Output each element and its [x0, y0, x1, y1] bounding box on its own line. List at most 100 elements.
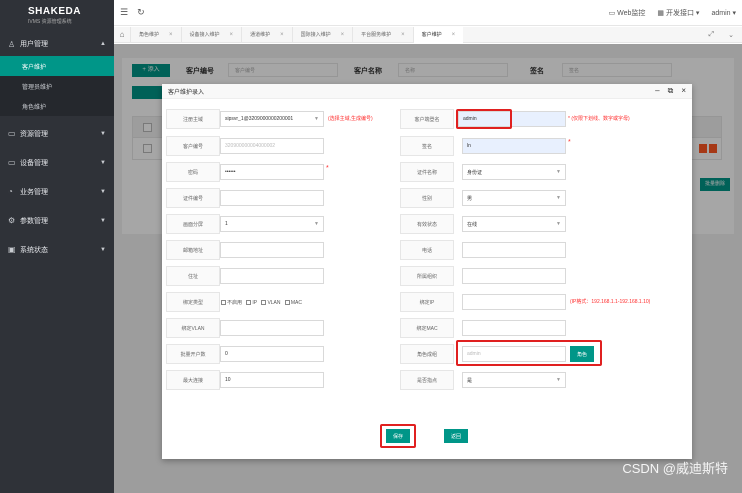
cert-name-label: 证件名称 — [400, 162, 454, 182]
cert-no-input[interactable] — [220, 190, 324, 206]
tab-platform-service[interactable]: 平台服务维护 × — [352, 26, 413, 43]
email-label: 邮箱地址 — [166, 240, 220, 260]
top-header: ☰ ↻ ▭ Web监控 ▦ 开发接口 ▾ admin ▾ — [114, 0, 742, 26]
sign-input[interactable]: ln — [462, 138, 566, 154]
email-input[interactable] — [220, 242, 324, 258]
valid-status-select[interactable]: 在线 ▼ — [462, 216, 566, 232]
close-icon[interactable]: × — [681, 86, 686, 96]
close-icon[interactable]: × — [341, 32, 345, 38]
monitor-icon: ▣ — [8, 245, 16, 254]
bind-vlan-label: 绑定VLAN — [166, 318, 220, 338]
device-icon: ▭ — [8, 158, 16, 167]
nav-group-label: 用户管理 — [20, 41, 48, 48]
required-mark: * — [568, 139, 571, 146]
customer-no-input[interactable]: 320900000004000002 — [220, 138, 324, 154]
checkbox[interactable] — [261, 300, 267, 305]
bind-vlan-input[interactable] — [220, 320, 324, 336]
chevron-down-icon: ▼ — [100, 188, 106, 195]
bind-mac-input[interactable] — [462, 320, 566, 336]
web-monitor-link[interactable]: ▭ Web监控 — [609, 8, 646, 18]
close-icon[interactable]: × — [401, 32, 405, 38]
sidebar-item-customer[interactable]: 客户维护 — [0, 56, 114, 76]
split-label: 画面分屏 — [166, 214, 220, 234]
domain-select[interactable]: sipsvr_1@3209000000200001 ▼ — [220, 111, 324, 127]
sign-label: 签名 — [400, 136, 454, 156]
tab-role[interactable]: 角色维护 × — [130, 26, 181, 43]
nav-group-label: 设备管理 — [20, 159, 48, 167]
close-icon[interactable]: × — [230, 32, 234, 38]
chevron-down-icon: ▼ — [100, 246, 106, 253]
user-icon: ♙ — [8, 39, 16, 49]
bind-type-checkboxes: 不启用 IP VLAN MAC — [218, 299, 302, 306]
cert-no-label: 证件编号 — [166, 188, 220, 208]
address-input[interactable] — [220, 268, 324, 284]
nav-group-device[interactable]: ▭ 设备管理 ▼ — [0, 148, 114, 177]
nav-group-system[interactable]: ▣ 系统状态 ▼ — [0, 235, 114, 264]
folder-icon: ▭ — [8, 129, 16, 138]
org-input[interactable] — [462, 268, 566, 284]
checkbox[interactable] — [221, 300, 226, 305]
login-name-hint: * (仅限下划线、数字或字母) — [568, 116, 630, 122]
chevron-down-icon: ▼ — [100, 159, 106, 166]
bind-ip-label: 绑定IP — [400, 292, 454, 312]
required-mark: * — [326, 165, 329, 172]
sidebar: SHAKEDA IVMS 资源管理系统 ♙ 用户管理 ▲ 客户维护 管理员维护 … — [0, 0, 114, 493]
nav-group-resource[interactable]: ▭ 资源管理 ▼ — [0, 119, 114, 148]
bind-ip-input[interactable] — [462, 294, 566, 310]
bind-type-label: 绑定类型 — [166, 292, 220, 312]
chevron-down-icon: ▼ — [556, 221, 561, 227]
login-name-highlight — [456, 109, 512, 129]
home-icon[interactable]: ⌂ — [114, 30, 130, 39]
menu-toggle-icon[interactable]: ☰ — [120, 7, 128, 18]
role-group-label: 角色成组 — [400, 344, 454, 364]
max-conn-label: 最大连接 — [166, 370, 220, 390]
modal-footer: 保存 返回 — [162, 424, 692, 448]
domain-label: 注册主域 — [166, 109, 220, 129]
nav-group-user[interactable]: ♙ 用户管理 ▲ — [0, 32, 114, 56]
close-icon[interactable]: × — [280, 32, 284, 38]
tab-device-access[interactable]: 设备接入维护 × — [180, 26, 242, 43]
logo-subtitle: IVMS 资源管理系统 — [28, 19, 72, 25]
chevron-down-icon: ▼ — [100, 130, 106, 137]
tab-customer[interactable]: 客户维护 × — [412, 26, 464, 43]
tab-channel[interactable]: 通道维护 × — [241, 26, 292, 43]
nav-group-label: 业务管理 — [20, 188, 48, 196]
chevron-down-icon: ▼ — [556, 169, 561, 175]
batch-count-input[interactable]: 0 — [220, 346, 324, 362]
nav-group-params[interactable]: ⚙ 参数管理 ▼ — [0, 206, 114, 235]
maximize-icon[interactable]: ⧉ — [668, 86, 674, 96]
tab-intl-access[interactable]: 国际接入维护 × — [291, 26, 353, 43]
back-button[interactable]: 返回 — [444, 429, 468, 443]
business-icon: ◔ — [8, 187, 13, 196]
chevron-up-icon: ▲ — [100, 41, 106, 47]
sidebar-item-admin[interactable]: 管理员维护 — [0, 76, 114, 96]
cert-name-select[interactable]: 身份证 ▼ — [462, 164, 566, 180]
domain-hint: (选择主域,生成编号) — [328, 116, 373, 122]
sidebar-item-role[interactable]: 角色维护 — [0, 96, 114, 116]
user-menu[interactable]: admin ▾ — [711, 9, 736, 17]
close-icon[interactable]: × — [169, 32, 173, 38]
chevron-down-icon[interactable]: ⌄ — [728, 31, 734, 39]
bind-ip-hint: (IP格式：192.168.1.1-192.168.1.10) — [570, 299, 651, 305]
logo-text: SHAKEDA — [28, 6, 81, 17]
dev-interface-menu[interactable]: ▦ 开发接口 ▾ — [657, 8, 699, 18]
chevron-down-icon: ▼ — [556, 195, 561, 201]
max-conn-input[interactable]: 10 — [220, 372, 324, 388]
password-label: 密码 — [166, 162, 220, 182]
nav-group-label: 资源管理 — [20, 130, 48, 138]
nav-group-business[interactable]: ◔ 业务管理 ▼ — [0, 177, 114, 206]
split-select[interactable]: 1 ▼ — [220, 216, 324, 232]
gender-select[interactable]: 男 ▼ — [462, 190, 566, 206]
close-icon[interactable]: × — [452, 32, 456, 38]
expand-icon[interactable]: ⤢ — [709, 31, 715, 39]
password-input[interactable]: •••••• — [220, 164, 324, 180]
refresh-icon[interactable]: ↻ — [137, 7, 145, 18]
minimize-icon[interactable]: – — [655, 86, 659, 96]
login-name-label: 客户端登名 — [400, 109, 454, 129]
chevron-down-icon: ▼ — [556, 377, 561, 383]
checkbox[interactable] — [246, 300, 252, 305]
checkbox[interactable] — [284, 300, 290, 305]
phone-input[interactable] — [462, 242, 566, 258]
login-point-select[interactable]: 是 ▼ — [462, 372, 566, 388]
nav-group-label: 参数管理 — [20, 217, 48, 225]
